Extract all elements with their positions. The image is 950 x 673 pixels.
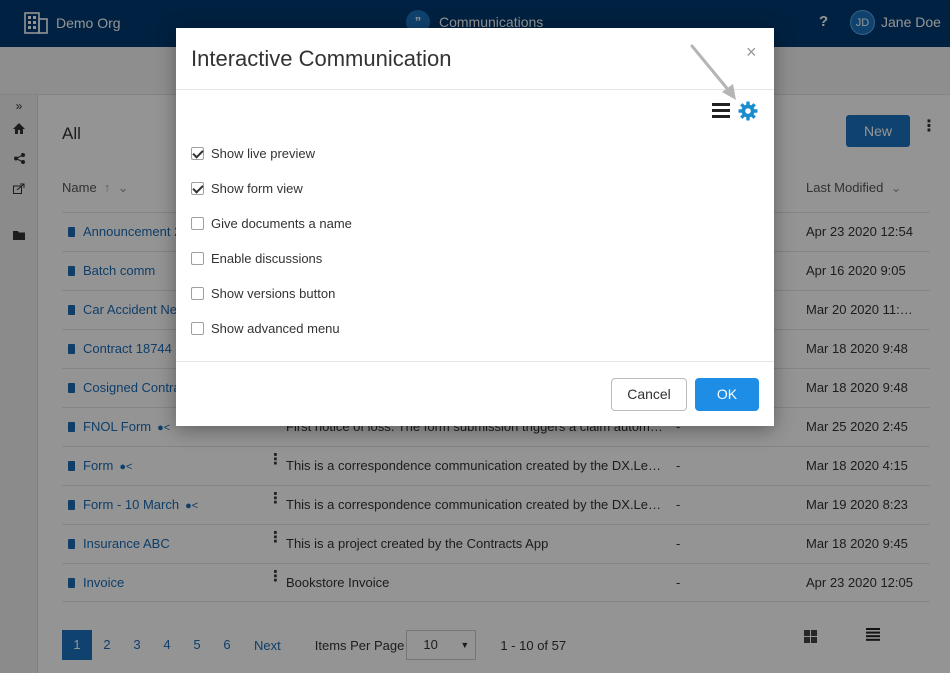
option-versions-button[interactable]: Show versions button xyxy=(191,276,352,311)
annotation-arrow-icon xyxy=(690,44,736,100)
checkbox-live-preview[interactable] xyxy=(191,147,204,160)
option-label: Show advanced menu xyxy=(211,321,340,336)
option-label: Show form view xyxy=(211,181,303,196)
checkbox-discussions[interactable] xyxy=(191,252,204,265)
options-list: Show live preview Show form view Give do… xyxy=(191,136,352,346)
checkbox-versions-button[interactable] xyxy=(191,287,204,300)
close-icon[interactable]: × xyxy=(746,42,757,63)
cancel-button[interactable]: Cancel xyxy=(611,378,687,411)
checkbox-document-name[interactable] xyxy=(191,217,204,230)
option-advanced-menu[interactable]: Show advanced menu xyxy=(191,311,352,346)
dialog-footer: Cancel OK xyxy=(176,361,774,426)
option-live-preview[interactable]: Show live preview xyxy=(191,136,352,171)
option-label: Show versions button xyxy=(211,286,336,301)
interactive-communication-dialog: Interactive Communication × Show live pr… xyxy=(176,28,774,426)
option-discussions[interactable]: Enable discussions xyxy=(191,241,352,276)
gear-icon[interactable] xyxy=(738,101,758,121)
checkbox-form-view[interactable] xyxy=(191,182,204,195)
option-form-view[interactable]: Show form view xyxy=(191,171,352,206)
ok-button[interactable]: OK xyxy=(695,378,759,411)
checkbox-advanced-menu[interactable] xyxy=(191,322,204,335)
hamburger-menu-icon[interactable] xyxy=(712,103,730,118)
dialog-header: Interactive Communication × xyxy=(176,28,774,90)
option-document-name[interactable]: Give documents a name xyxy=(191,206,352,241)
option-label: Show live preview xyxy=(211,146,316,161)
option-label: Enable discussions xyxy=(211,251,323,266)
option-label: Give documents a name xyxy=(211,216,352,231)
dialog-title: Interactive Communication xyxy=(191,46,452,71)
